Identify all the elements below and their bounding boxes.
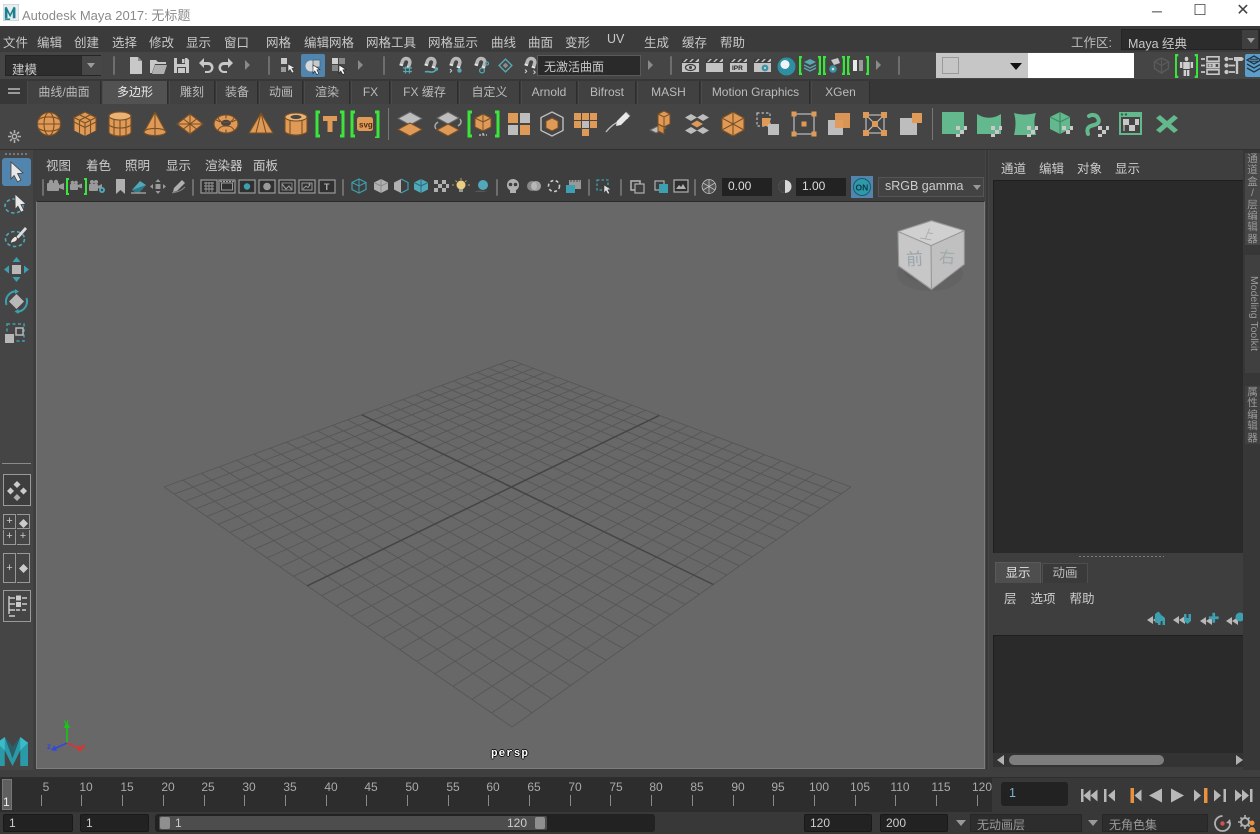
svg-text:IPR: IPR [732, 65, 743, 72]
svg-text:y: y [64, 718, 69, 727]
svg-text:ON: ON [856, 183, 869, 193]
svg-text:x: x [81, 742, 86, 751]
svg-text:z: z [47, 742, 51, 751]
svg-text:T: T [324, 182, 330, 192]
svg-text:前: 前 [906, 250, 924, 270]
svg-text:svg: svg [359, 121, 373, 130]
svg-text:右: 右 [938, 248, 955, 267]
